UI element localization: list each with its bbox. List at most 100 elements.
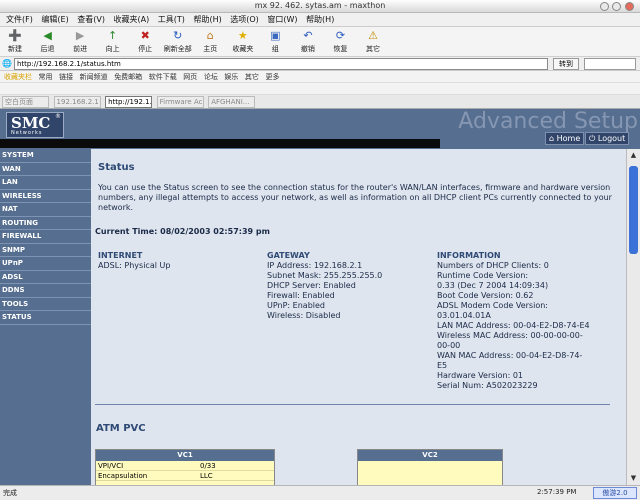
bookmark-item[interactable]: 新闻频道 [80, 71, 108, 82]
toolbar-label: 停止 [138, 45, 153, 53]
restore-icon: ⟳ [335, 29, 346, 42]
browser-tab-active[interactable]: http://192.1... [105, 96, 153, 108]
bookmark-item[interactable]: 免费邮箱 [114, 71, 142, 82]
group-button[interactable]: ▣ 组 [260, 29, 290, 54]
nav-snmp[interactable]: SNMP [0, 244, 91, 257]
browser-tab[interactable]: Firmware Ac [156, 96, 204, 108]
up-button[interactable]: ↑ 向上 [98, 29, 128, 54]
address-input[interactable] [14, 58, 548, 70]
nav-lan[interactable]: LAN [0, 176, 91, 190]
toolbar-label: 前进 [73, 45, 88, 53]
page-banner: SMC ® Networks Advanced Setup ⌂ Home ⏻ L… [0, 109, 640, 149]
left-nav: SYSTEM WAN LAN WIRELESS NAT ROUTING FIRE… [0, 149, 91, 485]
row-label: VPI/VCI [98, 462, 124, 470]
group-icon: ▣ [270, 29, 281, 42]
nav-firewall[interactable]: FIREWALL [0, 230, 91, 244]
nav-upnp[interactable]: UPnP [0, 257, 91, 271]
main-toolbar: ➕ 新建 ◀ 后退 ▶ 前进 ↑ 向上 ✖ 停止 ↻ 刷新全部 ⌂ 主页 ★ 收藏夹 ▣ 组 ↶ 撤… [0, 27, 640, 57]
bookmark-item[interactable]: 常用 [39, 71, 53, 82]
menu-item[interactable]: 帮助(H) [306, 13, 334, 26]
bookmark-item[interactable]: 其它 [245, 71, 259, 82]
go-button[interactable]: 转到 [553, 58, 579, 70]
nav-routing[interactable]: ROUTING [0, 217, 91, 230]
page-title: Status [98, 162, 135, 173]
menu-item[interactable]: 编辑(E) [41, 13, 68, 26]
row-value: 0/33 [200, 462, 216, 470]
logout-link[interactable]: ⏻ Logout [585, 132, 630, 145]
section-divider [95, 404, 610, 405]
table-row: VPI/VCI 0/33 [96, 461, 274, 471]
scroll-up-icon[interactable]: ▲ [628, 150, 639, 161]
search-input[interactable] [584, 58, 636, 70]
refresh-button[interactable]: ↻ 刷新全部 [163, 29, 193, 54]
menu-item[interactable]: 帮助(H) [193, 13, 221, 26]
bookmark-item[interactable]: 论坛 [204, 71, 218, 82]
undo-button[interactable]: ↶ 撤销 [293, 29, 323, 54]
new-button[interactable]: ➕ 新建 [0, 29, 30, 54]
back-button[interactable]: ◀ 后退 [33, 29, 63, 54]
row-label: Encapsulation [98, 472, 148, 480]
favorites-button[interactable]: ★ 收藏夹 [228, 29, 258, 54]
vc1-table: VC1 VPI/VCI 0/33 Encapsulation LLC [95, 449, 275, 485]
info-line: WAN MAC Address: 00-04-E2-D8-74- [437, 351, 583, 360]
nav-wan[interactable]: WAN [0, 163, 91, 176]
scroll-thumb[interactable] [629, 166, 638, 254]
other-button[interactable]: ⚠ 其它 [358, 29, 388, 54]
menu-item[interactable]: 收藏夹(A) [114, 13, 150, 26]
nav-tools[interactable]: TOOLS [0, 298, 91, 311]
address-bar: 🌐 转到 [0, 57, 640, 71]
toolbar-label: 后退 [40, 45, 55, 53]
menu-item[interactable]: 选项(O) [230, 13, 259, 26]
bookmark-item[interactable]: 软件下载 [149, 71, 177, 82]
forward-button[interactable]: ▶ 前进 [65, 29, 95, 54]
toolbar-label: 组 [271, 45, 279, 53]
page-scrollbar[interactable]: ▲ ▼ [626, 149, 640, 485]
restore-button[interactable]: ⟳ 恢复 [325, 29, 355, 54]
browser-tab[interactable]: 空白页面 [2, 96, 49, 108]
bookmark-item[interactable]: 网页 [183, 71, 197, 82]
maximize-button[interactable] [612, 2, 621, 11]
browser-badge[interactable]: 傲游2.0 [593, 487, 637, 499]
refresh-icon: ↻ [173, 29, 183, 42]
stop-button[interactable]: ✖ 停止 [130, 29, 160, 54]
menu-item[interactable]: 查看(V) [77, 13, 105, 26]
info-line: Wireless: Disabled [267, 311, 341, 320]
nav-nat[interactable]: NAT [0, 203, 91, 217]
info-line: UPnP: Enabled [267, 301, 325, 310]
advanced-setup-heading: Advanced Setup [458, 109, 638, 134]
home-button[interactable]: ⌂ 主页 [195, 29, 225, 54]
forward-icon: ▶ [75, 29, 85, 42]
menu-item[interactable]: 窗口(W) [267, 13, 297, 26]
scroll-down-icon[interactable]: ▼ [628, 473, 639, 484]
home-icon: ⌂ [206, 29, 214, 42]
browser-tab[interactable]: 192.168.2.1 [53, 96, 101, 108]
globe-icon: 🌐 [2, 59, 12, 68]
bookmark-item[interactable]: 收藏夹栏 [4, 71, 32, 82]
info-line: LAN MAC Address: 00-04-E2-D8-74-E4 [437, 321, 590, 330]
current-time: Current Time: 08/02/2003 02:57:39 pm [95, 227, 270, 236]
back-icon: ◀ [43, 29, 52, 42]
gateway-section: GATEWAY IP Address: 192.168.2.1 Subnet M… [267, 251, 432, 321]
browser-tab[interactable]: AFGHANI... [208, 96, 256, 108]
info-line: 03.01.04.01A [437, 311, 491, 320]
bookmark-item[interactable]: 更多 [265, 71, 279, 82]
menu-item[interactable]: 工具(T) [158, 13, 185, 26]
minimize-button[interactable] [600, 2, 609, 11]
nav-adsl[interactable]: ADSL [0, 271, 91, 284]
new-icon: ➕ [8, 29, 22, 42]
toolbar-label: 其它 [366, 45, 381, 53]
nav-system[interactable]: SYSTEM [0, 149, 91, 163]
nav-ddns[interactable]: DDNS [0, 284, 91, 298]
main-content: Status You can use the Status screen to … [91, 149, 626, 485]
bookmark-item[interactable]: 链接 [59, 71, 73, 82]
menu-item[interactable]: 文件(F) [6, 13, 33, 26]
home-link[interactable]: ⌂ Home [545, 132, 585, 145]
bookmark-item[interactable]: 娱乐 [224, 71, 238, 82]
stop-icon: ✖ [140, 29, 150, 42]
nav-status[interactable]: STATUS [0, 311, 91, 325]
close-button[interactable] [625, 2, 634, 11]
nav-wireless[interactable]: WIRELESS [0, 190, 91, 203]
info-line: Hardware Version: 01 [437, 371, 524, 380]
toolbar-label: 刷新全部 [163, 45, 192, 53]
logo-subtext: Networks [11, 130, 43, 136]
